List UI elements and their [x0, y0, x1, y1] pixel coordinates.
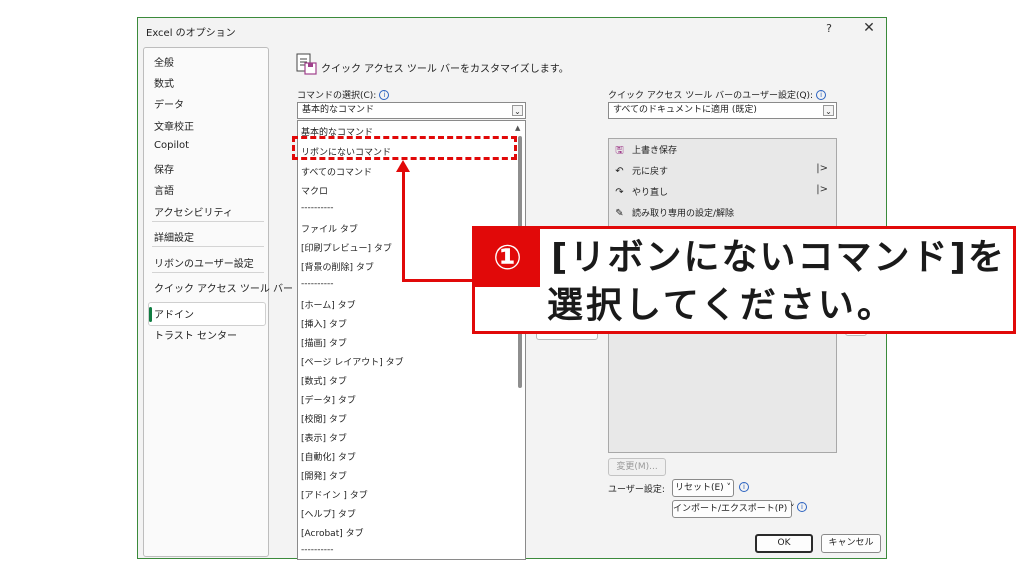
sidebar-item-save[interactable]: 保存 [154, 161, 174, 176]
listbox-scrollbar[interactable]: ▲ [514, 121, 525, 559]
sidebar-item-formulas[interactable]: 数式 [154, 75, 174, 90]
customize-qat-value: すべてのドキュメントに適用 (既定) [613, 105, 757, 115]
list-item[interactable]: [自動化] タブ [301, 450, 356, 463]
sidebar-item-data[interactable]: データ [154, 96, 184, 111]
user-settings-label: ユーザー設定: [608, 485, 665, 495]
list-separator: ---------- [301, 545, 334, 555]
sidebar-item-language[interactable]: 言語 [154, 182, 174, 197]
list-separator: ---------- [301, 279, 334, 289]
scroll-up-icon[interactable]: ▲ [515, 124, 520, 132]
import-export-button[interactable]: インポート/エクスポート(P) ˅ [672, 500, 795, 518]
qat-item-redo[interactable]: ↷ やり直し [613, 185, 668, 198]
list-item[interactable]: [ホーム] タブ [301, 298, 356, 311]
sidebar: 全般 数式 データ 文章校正 Copilot 保存 言語 アクセシビリティ 詳細… [143, 47, 293, 557]
save-icon: 🖫 [615, 145, 624, 156]
list-item[interactable]: マクロ [301, 184, 328, 197]
qat-item-undo[interactable]: ↶ 元に戻す [613, 164, 668, 177]
choose-commands-value: 基本的なコマンド [302, 105, 375, 115]
list-item[interactable]: [挿入] タブ [301, 317, 347, 330]
redo-icon: ↷ [615, 187, 624, 198]
callout-line-2: 選択してください。 [547, 285, 896, 326]
submenu-icon: |> [816, 184, 828, 195]
customize-qat-label: クイック アクセス ツール バーのユーザー設定(Q): i [608, 88, 827, 101]
chevron-down-icon: ⌄ [512, 105, 523, 116]
qat-item-read-only[interactable]: ✎ 読み取り専用の設定/解除 [613, 206, 734, 219]
sidebar-item-trust-center[interactable]: トラスト センター [154, 327, 237, 342]
sidebar-divider [152, 246, 264, 247]
chevron-down-icon: ⌄ [823, 105, 834, 116]
list-item[interactable]: [校閲] タブ [301, 412, 347, 425]
quick-access-toolbar-icon [296, 53, 317, 75]
sidebar-divider [152, 272, 264, 273]
sidebar-divider [152, 221, 264, 222]
list-separator: ---------- [301, 203, 334, 213]
sidebar-item-copilot[interactable]: Copilot [154, 140, 189, 151]
choose-commands-label: コマンドの選択(C): i [297, 88, 390, 101]
list-item[interactable]: [Acrobat] タブ [301, 526, 364, 539]
list-item[interactable]: [表示] タブ [301, 431, 347, 444]
help-button[interactable]: ? [821, 22, 837, 35]
modify-button[interactable]: 変更(M)... [608, 458, 666, 476]
list-item[interactable]: ファイル タブ [301, 222, 358, 235]
sidebar-item-quick-access-toolbar[interactable]: クイック アクセス ツール バー [154, 280, 293, 295]
reset-button[interactable]: リセット(E) ˅ [672, 479, 734, 497]
list-item[interactable]: [ヘルプ] タブ [301, 507, 356, 520]
sidebar-item-customize-ribbon[interactable]: リボンのユーザー設定 [154, 255, 254, 270]
arrow-line [402, 170, 405, 282]
sidebar-item-general[interactable]: 全般 [154, 54, 174, 69]
list-item[interactable]: [データ] タブ [301, 393, 356, 406]
sidebar-item-proofing[interactable]: 文章校正 [154, 118, 194, 133]
customize-qat-dropdown[interactable]: すべてのドキュメントに適用 (既定) ⌄ [608, 102, 837, 119]
highlight-box [292, 136, 517, 160]
close-button[interactable]: ✕ [860, 20, 878, 36]
instruction-callout: ① [リボンにないコマンド]を 選択してください。 [472, 226, 1016, 334]
sidebar-item-accessibility[interactable]: アクセシビリティ [154, 204, 233, 219]
list-item[interactable]: [数式] タブ [301, 374, 347, 387]
commands-listbox[interactable]: 基本的なコマンド リボンにないコマンド すべてのコマンド マクロ -------… [297, 120, 526, 560]
window-title: Excel のオプション [146, 28, 236, 39]
qat-item-save[interactable]: 🖫 上書き保存 [613, 143, 677, 160]
submenu-icon: |> [816, 163, 828, 174]
list-item[interactable]: [アドイン ] タブ [301, 488, 368, 501]
arrow-line [402, 279, 474, 282]
list-item[interactable]: [ページ レイアウト] タブ [301, 355, 404, 368]
callout-line-1: [リボンにないコマンド]を [551, 237, 1006, 278]
info-icon: i [379, 90, 390, 100]
list-item[interactable]: [描画] タブ [301, 336, 347, 349]
title-bar: Excel のオプション ? ✕ [138, 18, 886, 44]
list-item[interactable]: すべてのコマンド [301, 165, 372, 178]
info-icon: i [739, 482, 749, 492]
cancel-button[interactable]: キャンセル [821, 534, 881, 553]
list-item[interactable]: [開発] タブ [301, 469, 347, 482]
page-header: クイック アクセス ツール バーをカスタマイズします。 [321, 64, 569, 75]
list-item[interactable]: [印刷プレビュー] タブ [301, 241, 392, 254]
sidebar-item-advanced[interactable]: 詳細設定 [154, 229, 194, 244]
edit-readonly-icon: ✎ [615, 208, 624, 219]
ok-button[interactable]: OK [755, 534, 813, 553]
choose-commands-dropdown[interactable]: 基本的なコマンド ⌄ [297, 102, 526, 119]
undo-icon: ↶ [615, 166, 624, 177]
sidebar-item-addins[interactable]: アドイン [154, 306, 194, 321]
info-icon: i [797, 502, 807, 512]
step-number-badge: ① [475, 229, 540, 287]
info-icon: i [816, 90, 827, 100]
list-item[interactable]: [背景の削除] タブ [301, 260, 374, 273]
